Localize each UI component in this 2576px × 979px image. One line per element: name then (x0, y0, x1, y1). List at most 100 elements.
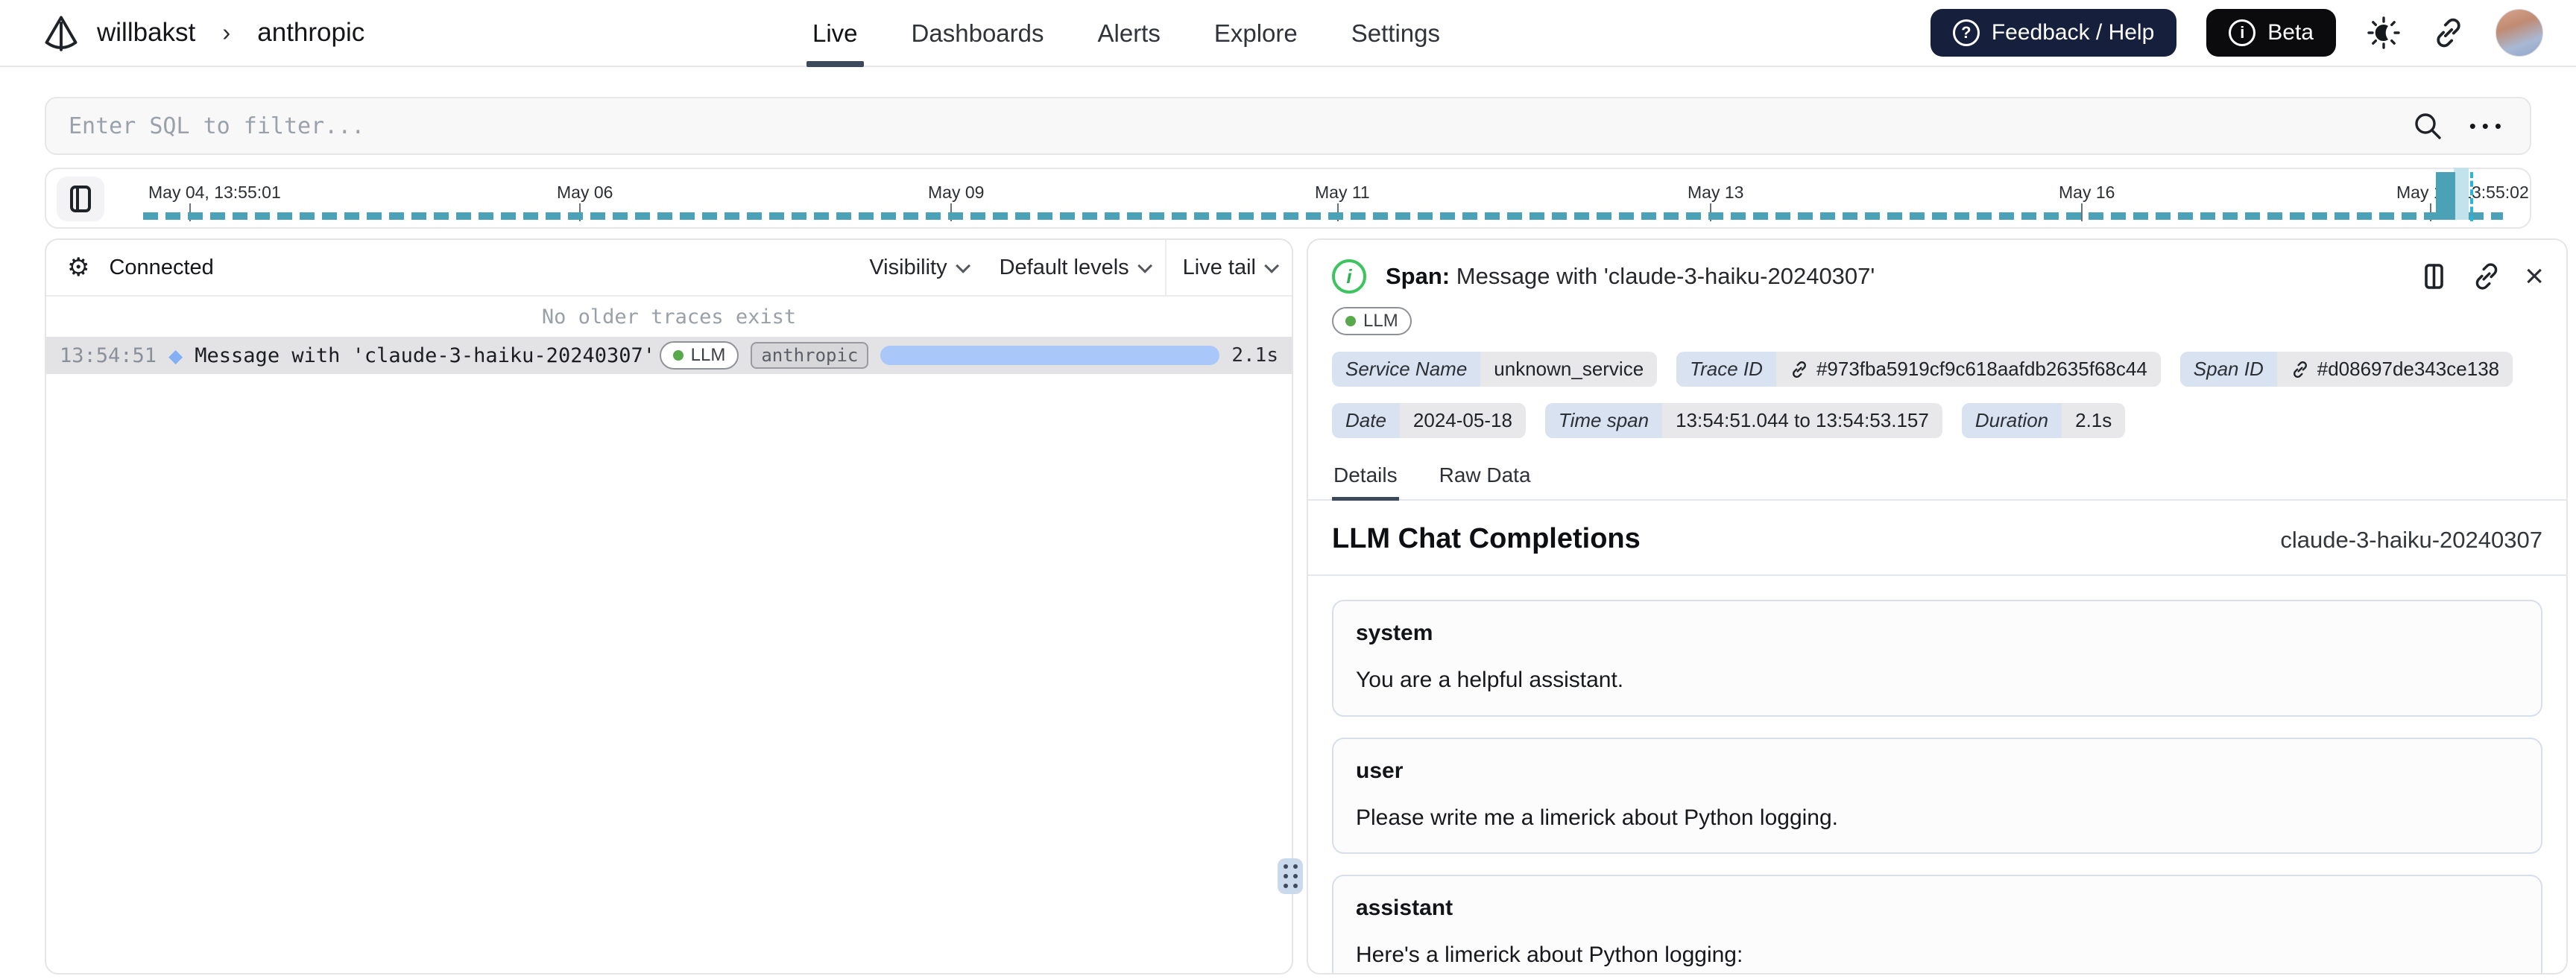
timeline-axis[interactable]: May 04, 13:55:01 May 06 May 09 May 11 Ma… (143, 168, 2529, 227)
attr-service-name: Service Name unknown_service (1332, 352, 1658, 387)
gear-icon[interactable]: ⚙ (67, 253, 89, 282)
nav-tab-settings[interactable]: Settings (1351, 0, 1440, 67)
logfire-logo-icon[interactable] (42, 13, 80, 52)
trace-row[interactable]: 13:54:51 ◆ Message with 'claude-3-haiku-… (46, 337, 1292, 374)
timeline-tick: May 06 (557, 183, 613, 202)
span-info-icon: i (1332, 259, 1366, 294)
share-link-icon[interactable] (2431, 16, 2466, 50)
attr-time-span: Time span 13:54:51.044 to 13:54:53.157 (1544, 403, 1942, 438)
link-icon (2293, 361, 2307, 378)
attr-date: Date 2024-05-18 (1332, 403, 1526, 438)
message-text: You are a helpful assistant. (1356, 668, 1624, 692)
sql-filter-bar: ••• (45, 97, 2531, 155)
span-header-actions: × (2419, 260, 2544, 293)
top-header: willbakst › anthropic Live Dashboards Al… (0, 0, 2576, 67)
nav-tab-dashboards[interactable]: Dashboards (912, 0, 1044, 67)
message-card-assistant: assistant Here's a limerick about Python… (1332, 875, 2542, 973)
attr-value: unknown_service (1480, 352, 1658, 387)
nav-tab-alerts[interactable]: Alerts (1098, 0, 1161, 67)
header-actions: ? Feedback / Help i Beta (1930, 9, 2543, 57)
feedback-help-label: Feedback / Help (1991, 20, 2155, 45)
chat-messages: system You are a helpful assistant. user… (1308, 576, 2566, 973)
panel-resize-handle[interactable] (1278, 858, 1303, 894)
llm-dot-icon (672, 350, 684, 361)
app-root: willbakst › anthropic Live Dashboards Al… (0, 0, 2576, 979)
span-title: Span: Message with 'claude-3-haiku-20240… (1386, 263, 1875, 290)
message-card-system: system You are a helpful assistant. (1332, 600, 2542, 717)
visibility-dropdown[interactable]: Visibility (853, 240, 982, 295)
more-options-icon[interactable]: ••• (2469, 116, 2507, 136)
live-tail-dropdown[interactable]: Live tail (1167, 240, 1292, 295)
chevron-down-icon (1264, 258, 1280, 273)
tab-details[interactable]: Details (1332, 463, 1399, 501)
attr-label: Duration (1961, 403, 2062, 438)
link-icon (1792, 361, 1806, 378)
sidebar-toggle-button[interactable] (57, 177, 104, 221)
message-card-user: user Please write me a limerick about Py… (1332, 737, 2542, 854)
trace-list-panel: ⚙ Connected Visibility Default levels Li… (45, 238, 1293, 975)
section-title: LLM Chat Completions (1332, 523, 1641, 554)
sql-filter-actions: ••• (2411, 110, 2507, 142)
llm-section-header: LLM Chat Completions claude-3-haiku-2024… (1308, 501, 2566, 576)
span-detail-tabs: Details Raw Data (1308, 463, 2566, 501)
timeline-tick: May 16 (2059, 183, 2115, 202)
attr-value: 13:54:51.044 to 13:54:53.157 (1662, 403, 1942, 438)
llm-tag-badge: LLM (1332, 307, 1412, 335)
split-panel-icon[interactable] (2419, 260, 2449, 293)
info-icon: i (2229, 19, 2256, 46)
tab-raw-data[interactable]: Raw Data (1438, 463, 1532, 499)
attr-label: Service Name (1332, 352, 1481, 387)
user-avatar[interactable] (2496, 9, 2543, 57)
connection-status: Connected (109, 255, 214, 279)
default-levels-dropdown[interactable]: Default levels (983, 240, 1165, 295)
attr-trace-id[interactable]: Trace ID #973fba5919cf9c618aafdb2635f68c… (1676, 352, 2161, 387)
search-icon[interactable] (2411, 110, 2444, 142)
breadcrumb-org[interactable]: willbakst (97, 18, 195, 48)
sql-filter-input[interactable] (69, 113, 2411, 139)
message-text: Here's a limerick about Python logging: (1356, 942, 1743, 967)
nav-tab-live[interactable]: Live (806, 0, 864, 67)
llm-tag-label: LLM (690, 345, 726, 365)
nav-tab-explore[interactable]: Explore (1214, 0, 1298, 67)
attr-label: Trace ID (1676, 352, 1776, 387)
trace-row-meta: LLM anthropic 2.1s (659, 341, 1278, 370)
grip-dots-icon (1283, 864, 1298, 888)
breadcrumb-project[interactable]: anthropic (257, 18, 364, 48)
model-name: claude-3-haiku-20240307 (2280, 527, 2542, 553)
timeline-selection-region (2454, 168, 2469, 220)
llm-tag-label: LLM (1363, 311, 1398, 331)
timeline-activity-strip (143, 212, 2503, 220)
attr-label: Span ID (2179, 352, 2277, 387)
timeline-tick: May 09 (928, 183, 985, 202)
span-attributes-row-1: Service Name unknown_service Trace ID #9… (1308, 352, 2566, 387)
beta-button[interactable]: i Beta (2206, 9, 2336, 57)
breadcrumb-separator-icon: › (222, 19, 231, 46)
breadcrumb: willbakst › anthropic (42, 13, 364, 52)
message-role: user (1356, 758, 1404, 783)
span-diamond-icon: ◆ (168, 344, 183, 367)
trace-panel-header: ⚙ Connected Visibility Default levels Li… (46, 240, 1292, 297)
attr-span-id[interactable]: Span ID #d08697de343ce138 (2179, 352, 2513, 387)
main-nav: Live Dashboards Alerts Explore Settings (806, 0, 1440, 67)
timeline-tick: May 13 (1688, 183, 1744, 202)
chevron-down-icon (1137, 258, 1152, 273)
copy-link-icon[interactable] (2471, 261, 2502, 292)
trace-timestamp: 13:54:51 (60, 343, 157, 367)
attr-label: Time span (1544, 403, 1663, 438)
timeline-tick: May 11 (1315, 183, 1370, 202)
llm-tag-badge: LLM (659, 341, 739, 370)
span-title-text: Message with 'claude-3-haiku-20240307' (1456, 263, 1875, 289)
span-tags: LLM (1308, 300, 2566, 335)
close-icon[interactable]: × (2525, 260, 2544, 293)
feedback-help-button[interactable]: ? Feedback / Help (1930, 9, 2177, 57)
beta-label: Beta (2267, 20, 2314, 45)
trace-message: Message with 'claude-3-haiku-20240307' (195, 343, 655, 367)
scope-badge: anthropic (751, 342, 869, 369)
visibility-label: Visibility (869, 255, 947, 279)
trace-duration: 2.1s (1231, 344, 1278, 367)
timeline-cursor[interactable] (2470, 172, 2473, 221)
theme-toggle-icon[interactable] (2366, 15, 2402, 51)
attr-value: 2024-05-18 (1399, 403, 1526, 438)
no-older-traces-notice: No older traces exist (541, 305, 797, 329)
timeline-activity-spike (2436, 172, 2455, 220)
